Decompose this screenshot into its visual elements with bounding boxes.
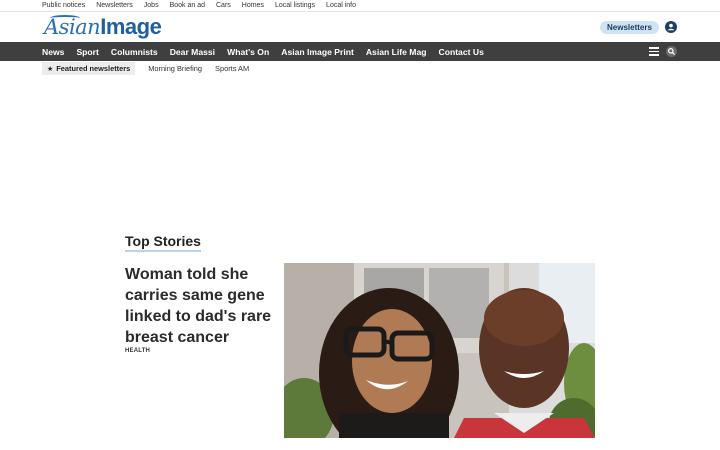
logo-text-image: Image <box>100 14 162 39</box>
main-nav: News Sport Columnists Dear Massi What's … <box>0 42 720 61</box>
utility-link-book-an-ad[interactable]: Book an ad <box>170 1 205 10</box>
utility-link-jobs[interactable]: Jobs <box>144 1 159 10</box>
utility-bar: Public notices Newsletters Jobs Book an … <box>0 0 720 12</box>
nav-item-news[interactable]: News <box>42 47 64 57</box>
nav-item-contact-us[interactable]: Contact Us <box>438 47 483 57</box>
utility-links: Public notices Newsletters Jobs Book an … <box>42 1 356 10</box>
logo-arc <box>50 15 80 21</box>
star-icon: ★ <box>47 66 54 73</box>
hamburger-icon[interactable] <box>649 47 659 56</box>
utility-link-cars[interactable]: Cars <box>216 1 231 10</box>
nav-item-whats-on[interactable]: What's On <box>227 47 269 57</box>
utility-link-local-listings[interactable]: Local listings <box>275 1 315 10</box>
nav-item-columnists[interactable]: Columnists <box>111 47 158 57</box>
search-icon[interactable] <box>666 46 677 57</box>
nav-item-dear-massi[interactable]: Dear Massi <box>170 47 215 57</box>
newsletters-button[interactable]: Newsletters <box>600 21 659 34</box>
utility-link-local-info[interactable]: Local info <box>326 1 356 10</box>
top-stories-title: Top Stories <box>125 233 201 249</box>
lead-story-headline[interactable]: Woman told she carries same gene linked … <box>125 264 280 348</box>
section-title-underline <box>125 250 201 252</box>
nav-items: News Sport Columnists Dear Massi What's … <box>42 42 484 61</box>
featured-newsletters-label: Featured newsletters <box>56 64 131 73</box>
utility-link-newsletters[interactable]: Newsletters <box>96 1 133 10</box>
subnav: ★ Featured newsletters Morning Briefing S… <box>42 61 262 76</box>
subnav-item-morning-briefing[interactable]: Morning Briefing <box>148 64 202 73</box>
nav-item-asian-image-print[interactable]: Asian Image Print <box>281 47 354 57</box>
nav-item-asian-life-mag[interactable]: Asian Life Mag <box>366 47 427 57</box>
subnav-item-sports-am[interactable]: Sports AM <box>215 64 249 73</box>
nav-item-sport[interactable]: Sport <box>76 47 98 57</box>
utility-link-public-notices[interactable]: Public notices <box>42 1 85 10</box>
user-icon[interactable] <box>665 21 677 33</box>
site-logo[interactable]: AsianImage <box>44 14 162 40</box>
masthead: AsianImage Newsletters <box>0 12 720 42</box>
featured-newsletters-chip[interactable]: ★ Featured newsletters <box>42 62 136 75</box>
lead-story-image[interactable] <box>284 263 595 438</box>
utility-link-homes[interactable]: Homes <box>242 1 264 10</box>
lead-story-tag[interactable]: HEALTH <box>125 348 150 354</box>
